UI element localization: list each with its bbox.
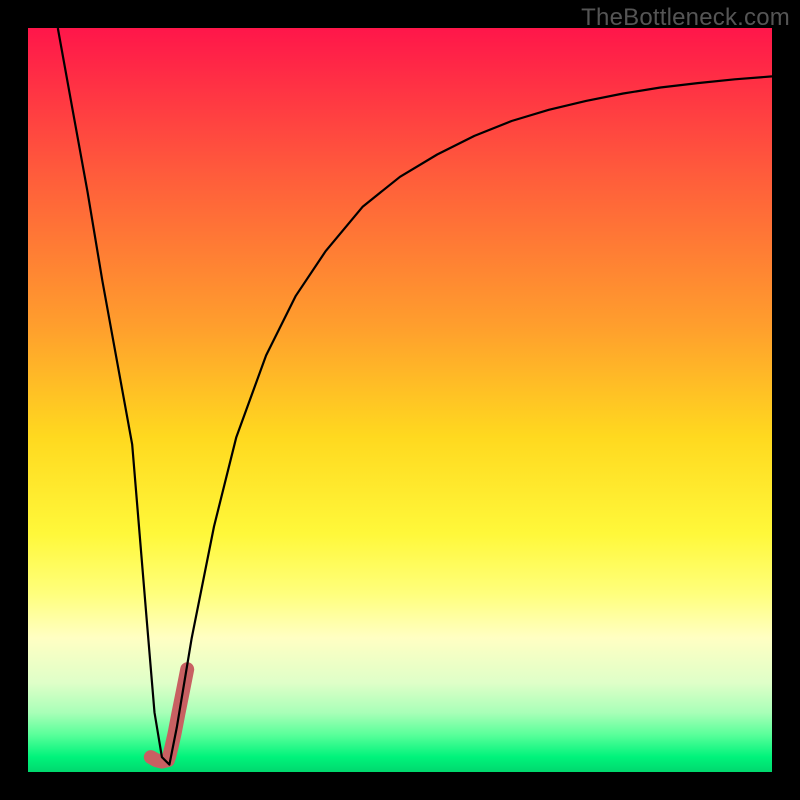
main-curve xyxy=(58,28,772,765)
curves-svg xyxy=(28,28,772,772)
highlight-segment xyxy=(151,669,187,761)
plot-area xyxy=(28,28,772,772)
chart-frame: TheBottleneck.com xyxy=(0,0,800,800)
